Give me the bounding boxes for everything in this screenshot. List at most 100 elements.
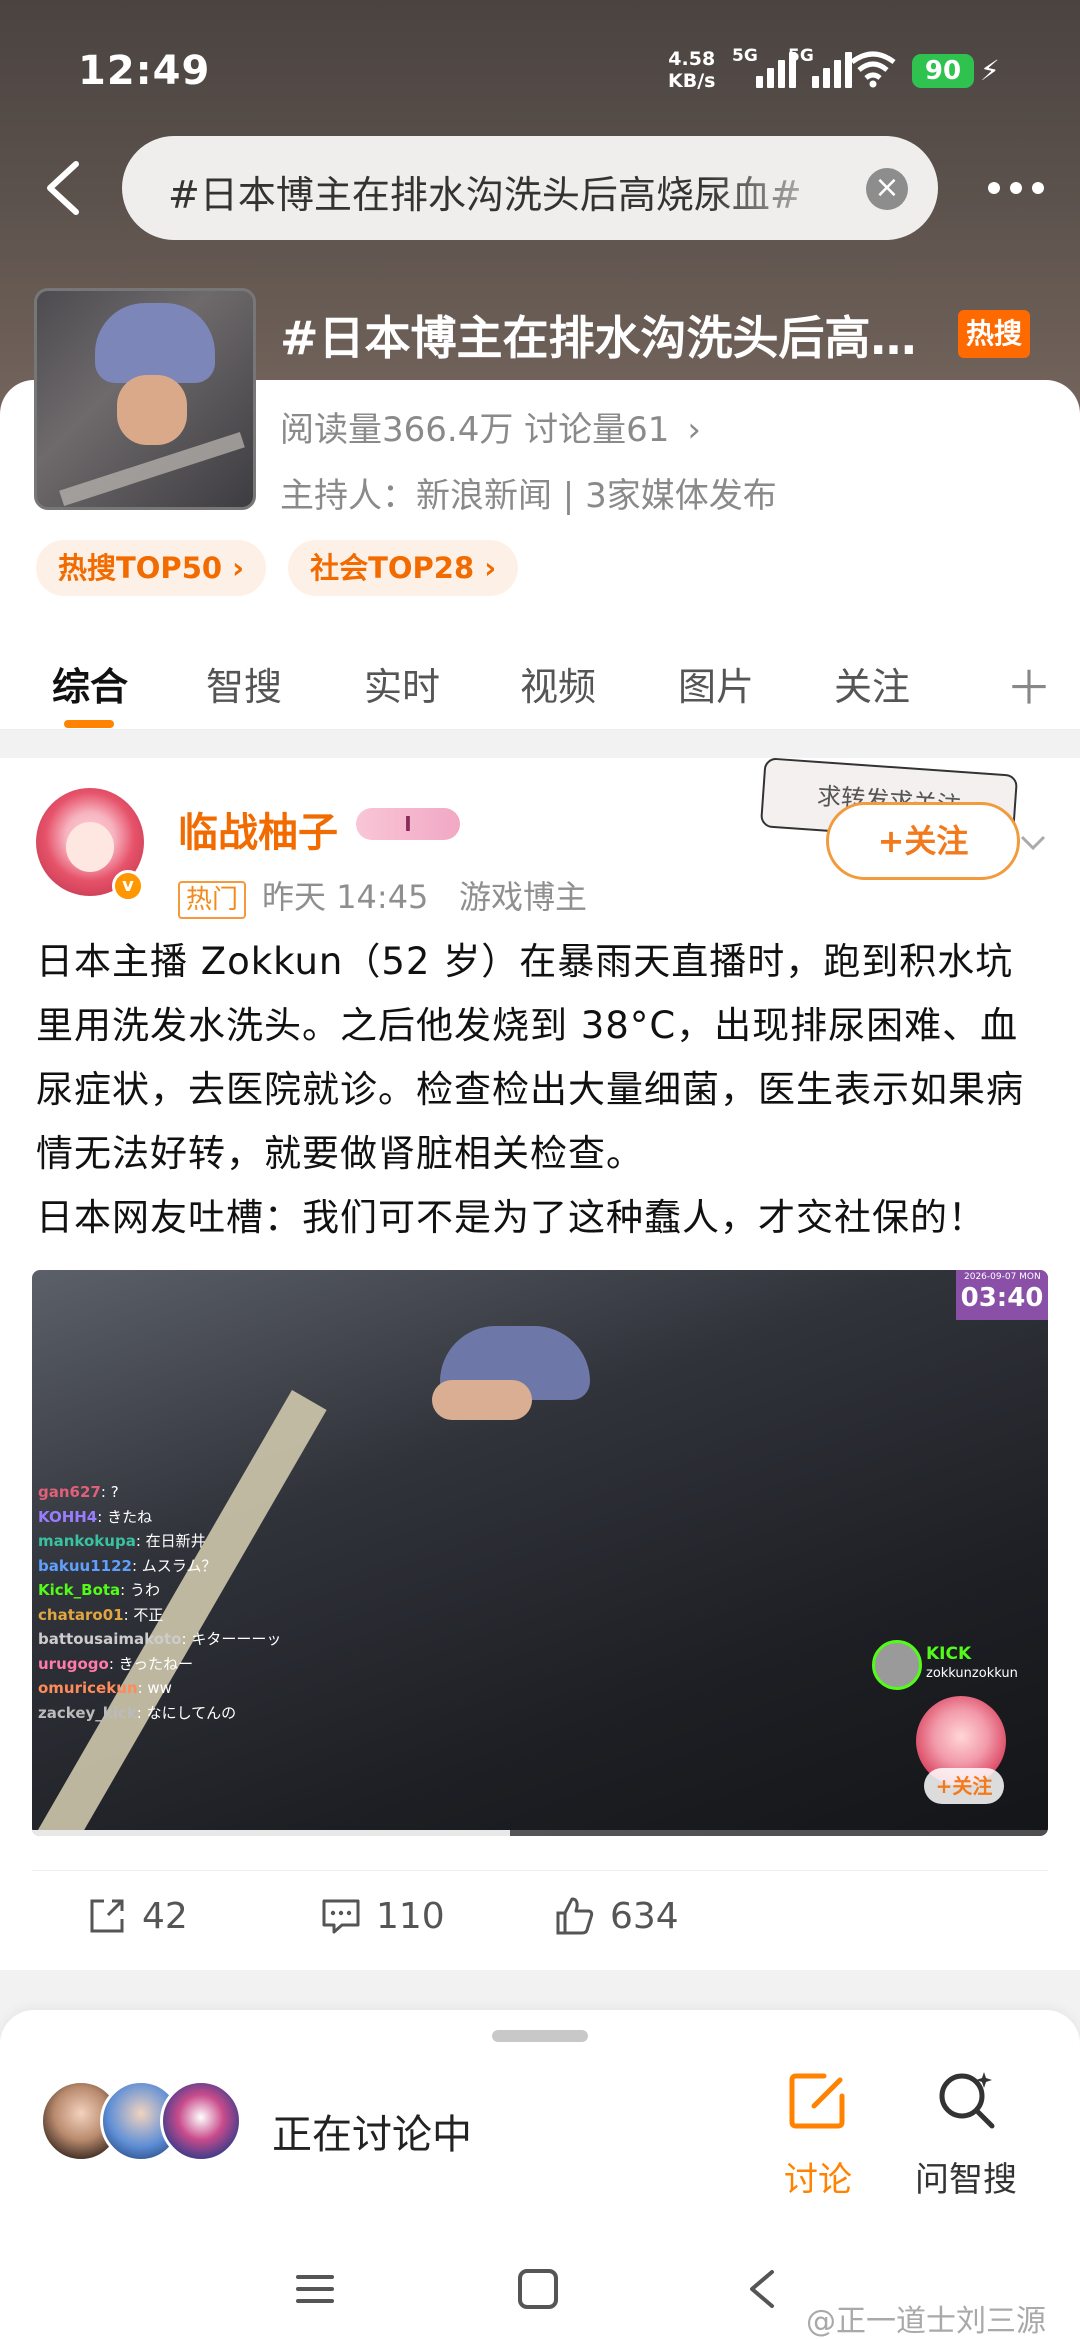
chat-username: Kick_Bota <box>38 1581 121 1599</box>
chat-message: キターーーッ <box>191 1630 282 1648</box>
topic-thumbnail[interactable] <box>34 288 256 510</box>
chat-line: Kick_Bota: うわ <box>38 1581 161 1599</box>
post-meta: 热门 昨天 14:45 游戏博主 <box>178 872 587 919</box>
ai-search-icon <box>939 2072 995 2129</box>
thumbs-up-icon <box>556 1897 594 1935</box>
post-text: 日本主播 Zokkun（52 岁）在暴雨天直播时，跑到积水坑里用洗发水洗头。之后… <box>36 930 1046 1250</box>
tab-bar: 综合 智搜 实时 视频 图片 关注 ＋ <box>0 628 1080 730</box>
chat-username: battousaimakoto <box>38 1630 182 1648</box>
net-speed-unit: KB/s <box>668 70 716 92</box>
status-time: 12:49 <box>78 48 211 94</box>
post-actions: 42 110 634 <box>32 1870 1048 1960</box>
like-button[interactable]: 634 <box>554 1895 679 1937</box>
search-query: #日本博主在排水沟洗头后高烧尿血# <box>168 173 802 217</box>
participant-avatars[interactable] <box>40 2080 260 2164</box>
tab-following[interactable]: 关注 <box>834 656 910 711</box>
signal-icon-2: 5G <box>788 46 852 88</box>
topic-host: 主持人：新浪新闻 | 3家媒体发布 <box>280 476 777 516</box>
more-icon[interactable] <box>988 170 1050 206</box>
signal-type-2: 5G <box>788 46 814 66</box>
chat-message: なにしてんの <box>146 1703 237 1722</box>
ask-ai-button[interactable]: 问智搜 <box>906 2066 1026 2201</box>
tab-smart-search[interactable]: 智搜 <box>206 656 282 711</box>
drag-handle[interactable] <box>492 2030 588 2042</box>
stream-time: 03:40 <box>960 1283 1044 1313</box>
post-time: 昨天 14:45 <box>262 878 429 916</box>
comment-count: 110 <box>376 1895 445 1937</box>
verified-icon: v <box>112 870 144 902</box>
charging-icon: ⚡ <box>980 54 1000 87</box>
kick-brand: KICK <box>926 1644 972 1664</box>
post-card: v 临战柚子 I 热门 昨天 14:45 游戏博主 求转发求关注 +关注 日本主播… <box>0 757 1080 1970</box>
like-count: 634 <box>610 1895 679 1937</box>
chat-username: mankokupa <box>38 1532 136 1550</box>
add-tab-icon[interactable]: ＋ <box>1006 652 1052 718</box>
chat-username: omuricekun <box>38 1679 138 1697</box>
search-input[interactable]: #日本博主在排水沟洗头后高烧尿血# × <box>122 136 938 240</box>
post-paragraph-1: 日本主播 Zokkun（52 岁）在暴雨天直播时，跑到积水坑里用洗发水洗头。之后… <box>36 940 1024 1175</box>
hot-search-badge: 热搜 <box>958 310 1030 358</box>
chat-line: gan627: ? <box>38 1483 119 1501</box>
chat-username: urugogo <box>38 1654 109 1673</box>
chip-hot-rank[interactable]: 热搜TOP50 › <box>36 540 267 596</box>
follow-button[interactable]: +关注 <box>826 802 1020 880</box>
search-nav: #日本博主在排水沟洗头后高烧尿血# × <box>0 136 1080 242</box>
chip-society-rank[interactable]: 社会TOP28 › <box>288 540 519 596</box>
kick-overlay: KICK zokkunzokkun +关注 <box>872 1640 1032 1810</box>
stream-timer: 2026-09-07 MON 03:40 <box>956 1270 1048 1320</box>
discuss-label: 讨论 <box>784 2160 852 2200</box>
battery-level: 90 <box>912 54 974 88</box>
tab-indicator <box>64 720 114 728</box>
chat-message: 在日新井 <box>145 1532 206 1550</box>
chat-username: chataro01 <box>38 1605 124 1624</box>
video-progress[interactable] <box>32 1830 1048 1836</box>
author-name[interactable]: 临战柚子 <box>178 800 338 858</box>
chat-message: 不正 <box>133 1605 164 1624</box>
chat-line: zackey_kick: なにしてんの <box>38 1703 237 1722</box>
net-speed: 4.58 KB/s <box>668 48 715 92</box>
video-player[interactable]: 2026-09-07 MON 03:40 gan627: ? KOHH4: きたね… <box>32 1270 1048 1836</box>
tab-video[interactable]: 视频 <box>520 656 596 711</box>
tab-comprehensive[interactable]: 综合 <box>52 656 128 711</box>
chat-line: omuricekun: ww <box>38 1679 172 1697</box>
watermark: @正一道士刘三源 <box>806 2304 1046 2339</box>
stream-chat: gan627: ? KOHH4: きたね mankokupa: 在日新井 bakuu1… <box>38 1480 281 1725</box>
chat-line: battousaimakoto: キターーーッ <box>38 1630 282 1648</box>
chat-message: ww <box>147 1679 172 1697</box>
signal-icon: 5G <box>732 46 796 88</box>
kick-logo-icon <box>872 1640 922 1690</box>
chat-username: gan627 <box>38 1483 101 1501</box>
stream-date: 2026-09-07 MON <box>964 1272 1041 1282</box>
chat-line: mankokupa: 在日新井 <box>38 1532 206 1550</box>
avatar <box>160 2080 242 2162</box>
repost-button[interactable]: 42 <box>86 1895 188 1937</box>
kick-follow-button[interactable]: +关注 <box>924 1768 1004 1804</box>
comment-icon <box>322 1899 360 1934</box>
back-icon[interactable] <box>36 156 96 220</box>
chat-message: ? <box>110 1483 119 1501</box>
back-nav-icon[interactable] <box>744 2268 780 2310</box>
discuss-button[interactable]: 讨论 <box>758 2066 878 2201</box>
edit-icon <box>789 2073 845 2129</box>
hot-tag: 热门 <box>178 881 247 919</box>
rank-chips: 热搜TOP50 › 社会TOP28 › <box>36 540 519 596</box>
menu-icon[interactable] <box>294 2268 336 2310</box>
topic-stats[interactable]: 阅读量366.4万 讨论量61 › <box>280 402 701 451</box>
chevron-right-icon: › <box>687 410 702 450</box>
post-source: 游戏博主 <box>458 878 587 916</box>
chat-username: zackey_kick <box>38 1703 137 1722</box>
chat-line: urugogo: きったねー <box>38 1654 194 1673</box>
status-bar: 12:49 4.58 KB/s 5G 5G 90 ⚡ <box>0 0 1080 140</box>
tab-images[interactable]: 图片 <box>678 656 754 711</box>
chat-username: bakuu1122 <box>38 1556 132 1575</box>
clear-icon[interactable]: × <box>866 168 908 210</box>
kick-username: zokkunzokkun <box>926 1666 1018 1681</box>
chat-line: bakuu1122: ムスラム？ <box>38 1556 217 1575</box>
tab-realtime[interactable]: 实时 <box>364 656 440 711</box>
chevron-down-icon[interactable] <box>1018 828 1048 858</box>
net-speed-value: 4.58 <box>668 48 716 70</box>
comment-button[interactable]: 110 <box>320 1895 445 1937</box>
chat-message: うわ <box>130 1581 161 1599</box>
home-icon[interactable] <box>516 2268 560 2310</box>
level-badge: I <box>356 808 460 840</box>
